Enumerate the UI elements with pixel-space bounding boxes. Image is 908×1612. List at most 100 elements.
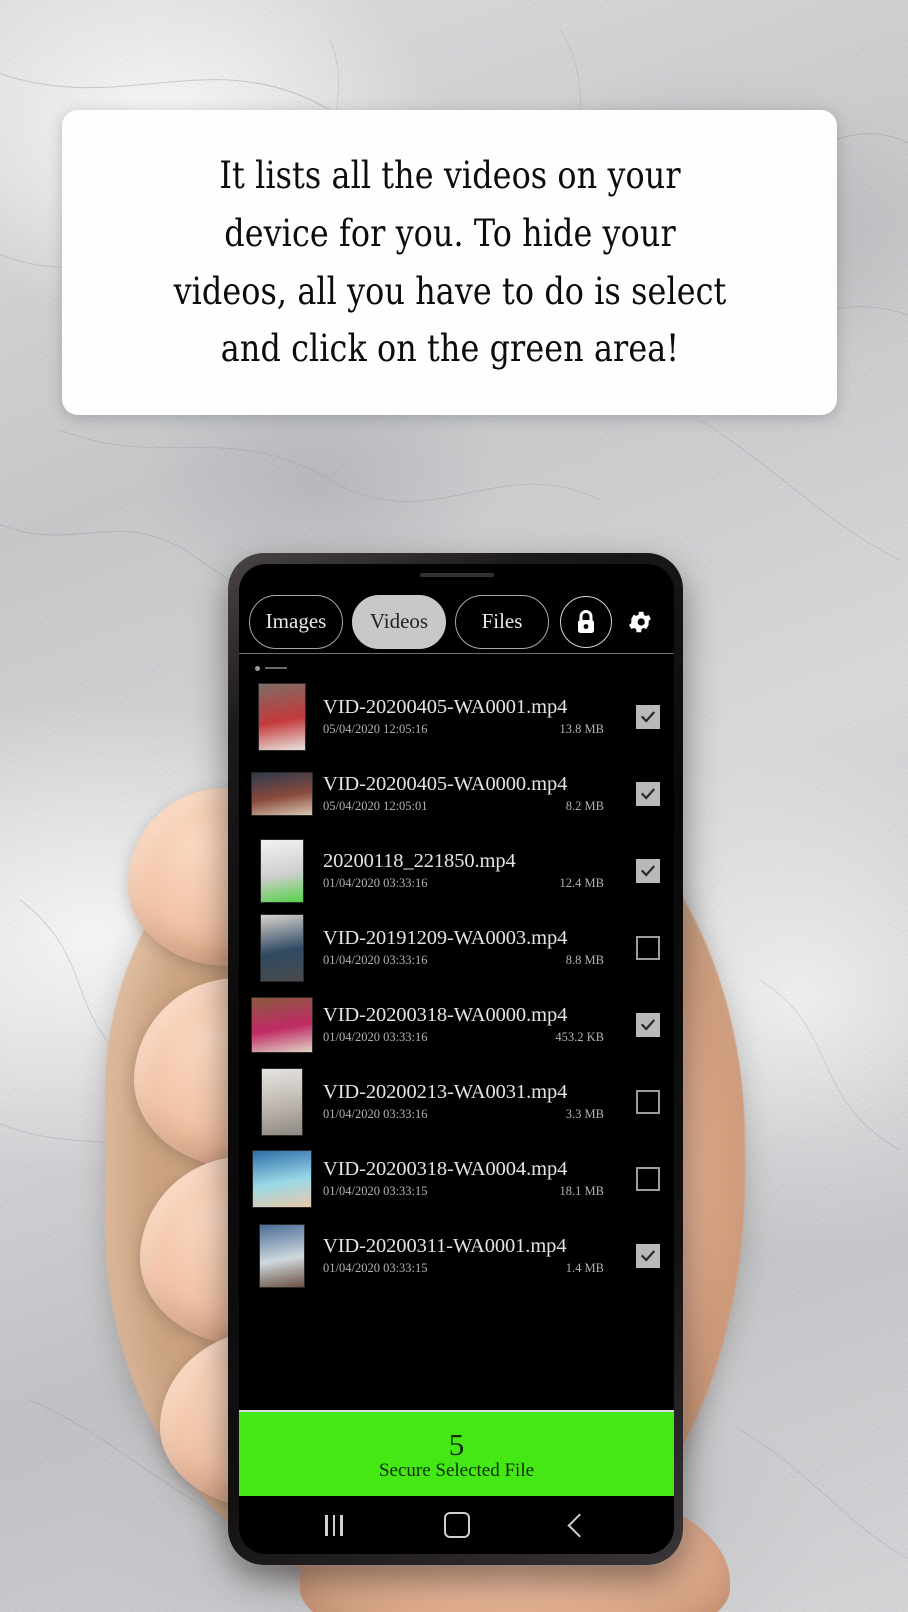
file-name: VID-20200318-WA0004.mp4 — [323, 1158, 568, 1180]
file-info: VID-20200318-WA0000.mp4 01/04/2020 03:33:… — [323, 1004, 628, 1045]
file-meta: 01/04/2020 03:33:16 453.2 KB — [323, 1030, 628, 1045]
file-select-checkbox[interactable] — [636, 1089, 660, 1114]
file-meta: 01/04/2020 03:33:16 3.3 MB — [323, 1107, 628, 1122]
lock-button[interactable] — [560, 595, 612, 648]
file-select-checkbox[interactable] — [636, 704, 660, 729]
file-info: VID-20200213-WA0031.mp4 01/04/2020 03:33:… — [323, 1081, 628, 1122]
file-row[interactable]: VID-20200318-WA0000.mp4 01/04/2020 03:33:… — [239, 986, 674, 1063]
file-name: VID-20200318-WA0000.mp4 — [323, 1004, 568, 1026]
video-thumbnail — [261, 1067, 303, 1136]
secure-selected-file-button[interactable]: 5 Secure Selected File — [239, 1410, 674, 1496]
file-row[interactable]: VID-20200318-WA0004.mp4 01/04/2020 03:33:… — [239, 1140, 674, 1217]
file-date: 01/04/2020 03:33:15 — [323, 1184, 428, 1198]
file-row[interactable]: 20200118_221850.mp4 01/04/2020 03:33:16 12… — [239, 832, 674, 909]
file-select-checkbox[interactable] — [636, 1166, 660, 1191]
back-button[interactable] — [567, 1512, 592, 1538]
file-row[interactable]: VID-20200405-WA0001.mp4 05/04/2020 12:05:… — [239, 678, 674, 755]
file-name: VID-20191209-WA0003.mp4 — [323, 927, 568, 949]
video-thumbnail — [259, 1223, 305, 1288]
file-name: VID-20200311-WA0001.mp4 — [323, 1235, 567, 1257]
video-thumbnail — [258, 682, 306, 751]
video-thumbnail-wrap — [251, 913, 313, 982]
settings-button[interactable] — [623, 605, 657, 639]
caption-card: It lists all the videos on your device f… — [62, 110, 837, 415]
file-size: 12.4 MB — [559, 876, 604, 890]
file-date: 01/04/2020 03:33:16 — [323, 1107, 428, 1121]
tab-files-label: Files — [481, 609, 523, 633]
gear-icon — [629, 611, 651, 632]
file-date: 05/04/2020 12:05:16 — [323, 722, 428, 736]
video-thumbnail-wrap — [251, 1222, 313, 1290]
file-select-checkbox[interactable] — [636, 1012, 660, 1037]
tab-videos-label: Videos — [369, 609, 429, 633]
recents-button[interactable] — [325, 1514, 343, 1536]
check-icon — [640, 710, 656, 723]
file-info: 20200118_221850.mp4 01/04/2020 03:33:16 12… — [323, 850, 628, 891]
video-thumbnail — [260, 838, 304, 903]
file-name: VID-20200405-WA0001.mp4 — [323, 696, 568, 718]
file-date: 01/04/2020 03:33:16 — [323, 953, 428, 967]
file-meta: 05/04/2020 12:05:16 13.8 MB — [323, 722, 628, 737]
file-info: VID-20200311-WA0001.mp4 01/04/2020 03:33:… — [323, 1235, 628, 1276]
tab-images-label: Images — [265, 609, 327, 633]
file-meta: 01/04/2020 03:33:16 8.8 MB — [323, 953, 628, 968]
file-select-checkbox[interactable] — [636, 935, 660, 960]
video-thumbnail-wrap — [251, 1067, 313, 1136]
file-info: VID-20200318-WA0004.mp4 01/04/2020 03:33:… — [323, 1158, 628, 1199]
list-header-indicator — [239, 658, 674, 678]
file-name: VID-20200405-WA0000.mp4 — [323, 773, 568, 795]
file-size: 18.1 MB — [559, 1184, 604, 1198]
file-row[interactable]: VID-20200311-WA0001.mp4 01/04/2020 03:33:… — [239, 1217, 674, 1294]
video-thumbnail-wrap — [251, 837, 313, 905]
file-size: 8.8 MB — [565, 953, 604, 967]
video-thumbnail-wrap — [251, 760, 313, 828]
file-select-checkbox[interactable] — [636, 1243, 660, 1268]
video-thumbnail — [260, 913, 304, 982]
file-date: 01/04/2020 03:33:16 — [323, 876, 428, 890]
file-meta: 01/04/2020 03:33:15 1.4 MB — [323, 1261, 628, 1276]
video-thumbnail-wrap — [251, 682, 313, 751]
file-info: VID-20191209-WA0003.mp4 01/04/2020 03:33:… — [323, 927, 628, 968]
file-meta: 01/04/2020 03:33:16 12.4 MB — [323, 876, 628, 891]
app-tab-bar: Images Videos Files — [239, 564, 674, 654]
tab-images[interactable]: Images — [249, 594, 343, 649]
file-size: 1.4 MB — [565, 1261, 604, 1275]
file-select-checkbox[interactable] — [636, 858, 660, 883]
list-header-bar — [265, 667, 287, 669]
file-size: 13.8 MB — [559, 722, 604, 736]
earpiece-speaker — [419, 573, 494, 577]
tab-files[interactable]: Files — [455, 594, 549, 649]
phone-device: Images Videos Files VID-20200405-WA0001.… — [228, 553, 683, 1565]
file-date: 01/04/2020 03:33:15 — [323, 1261, 428, 1275]
video-thumbnail — [252, 1149, 312, 1208]
file-row[interactable]: VID-20200405-WA0000.mp4 05/04/2020 12:05:… — [239, 755, 674, 832]
file-info: VID-20200405-WA0001.mp4 05/04/2020 12:05:… — [323, 696, 628, 737]
check-icon — [640, 1249, 656, 1262]
lock-icon — [578, 609, 594, 633]
file-name: VID-20200213-WA0031.mp4 — [323, 1081, 568, 1103]
video-thumbnail-wrap — [251, 991, 313, 1059]
file-date: 01/04/2020 03:33:16 — [323, 1030, 428, 1044]
check-icon — [640, 1018, 656, 1031]
file-size: 3.3 MB — [565, 1107, 604, 1121]
tab-videos[interactable]: Videos — [352, 594, 446, 649]
caption-text: It lists all the videos on your device f… — [173, 154, 726, 371]
phone-screen: Images Videos Files VID-20200405-WA0001.… — [239, 564, 674, 1554]
file-name: 20200118_221850.mp4 — [323, 850, 516, 872]
selected-count: 5 — [448, 1426, 465, 1462]
file-size: 453.2 KB — [555, 1030, 604, 1044]
video-thumbnail-wrap — [251, 1145, 313, 1213]
check-icon — [640, 787, 656, 800]
file-meta: 05/04/2020 12:05:01 8.2 MB — [323, 799, 628, 814]
list-header-dot — [255, 665, 260, 671]
android-navigation-bar — [239, 1496, 674, 1554]
video-thumbnail — [251, 996, 313, 1053]
secure-selected-file-label: Secure Selected File — [378, 1459, 535, 1481]
home-button[interactable] — [443, 1512, 470, 1538]
video-file-list[interactable]: VID-20200405-WA0001.mp4 05/04/2020 12:05:… — [239, 654, 674, 1410]
file-size: 8.2 MB — [565, 799, 604, 813]
check-icon — [640, 864, 656, 877]
file-row[interactable]: VID-20200213-WA0031.mp4 01/04/2020 03:33:… — [239, 1063, 674, 1140]
file-row[interactable]: VID-20191209-WA0003.mp4 01/04/2020 03:33:… — [239, 909, 674, 986]
file-select-checkbox[interactable] — [636, 781, 660, 806]
